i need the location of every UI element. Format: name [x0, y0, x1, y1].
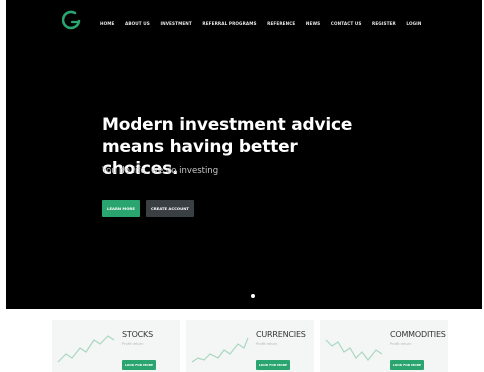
nav-item-investment[interactable]: INVESTMENT: [160, 21, 191, 26]
look-for-more-button[interactable]: LOOK FOR MORE: [390, 360, 424, 370]
market-cards: STOCKS Profit return LOOK FOR MORE CURRE…: [48, 320, 458, 372]
slider-dot[interactable]: [251, 294, 255, 298]
look-for-more-button[interactable]: LOOK FOR MORE: [256, 360, 290, 370]
card-subtitle: Profit return: [390, 342, 412, 346]
nav-item-home[interactable]: HOME: [100, 21, 115, 26]
brand-logo-icon[interactable]: [62, 10, 82, 32]
hero-tagline: You do life, we do investing: [102, 166, 219, 176]
card-commodities: COMMODITIES Profit return LOOK FOR MORE: [320, 320, 448, 372]
nav-item-news[interactable]: NEWS: [306, 21, 320, 26]
nav-item-register[interactable]: REGISTER: [372, 21, 396, 26]
look-for-more-button[interactable]: LOOK FOR MORE: [122, 360, 156, 370]
card-subtitle: Profit return: [256, 342, 278, 346]
trend-line-icon: [191, 337, 249, 363]
trend-line-icon: [57, 335, 115, 363]
create-account-button[interactable]: CREATE ACCOUNT: [146, 200, 194, 217]
nav-item-contact-us[interactable]: CONTACT US: [331, 21, 362, 26]
nav-item-about-us[interactable]: ABOUT US: [125, 21, 150, 26]
nav-item-referral-programs[interactable]: REFERRAL PROGRAMS: [202, 21, 256, 26]
card-title: STOCKS: [122, 330, 153, 339]
hero-headline-line-1: Modern investment advice: [102, 115, 353, 135]
trend-line-icon: [325, 339, 383, 361]
card-currencies: CURRENCIES Profit return LOOK FOR MORE: [186, 320, 314, 372]
nav-item-login[interactable]: LOGIN: [406, 21, 421, 26]
nav-item-reference[interactable]: REFERENCE: [267, 21, 295, 26]
main-nav: HOME ABOUT US INVESTMENT REFERRAL PROGRA…: [100, 18, 432, 28]
hero-section: HOME ABOUT US INVESTMENT REFERRAL PROGRA…: [6, 0, 482, 309]
card-stocks: STOCKS Profit return LOOK FOR MORE: [52, 320, 180, 372]
card-title: COMMODITIES: [390, 330, 446, 339]
learn-more-button[interactable]: LEARN MORE: [102, 200, 140, 217]
card-title: CURRENCIES: [256, 330, 306, 339]
card-subtitle: Profit return: [122, 342, 144, 346]
